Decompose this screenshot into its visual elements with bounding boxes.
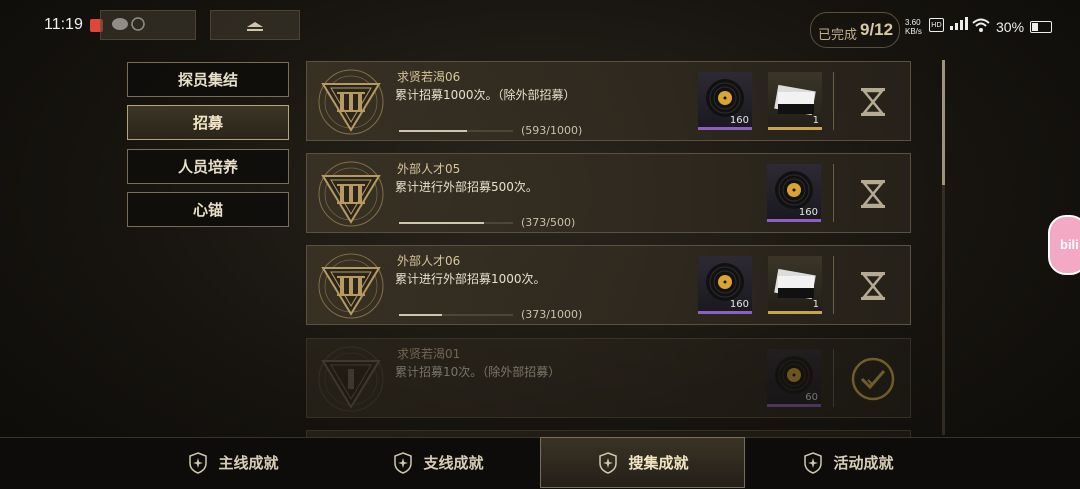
network-speed: 3.60 KB/s bbox=[905, 18, 922, 36]
reward-item[interactable]: 160 bbox=[767, 164, 821, 222]
achievement-emblem-icon bbox=[318, 69, 384, 135]
tab-label: 活动成就 bbox=[833, 454, 894, 472]
wifi-icon bbox=[972, 17, 990, 36]
achievement-emblem-icon bbox=[318, 253, 384, 319]
achievement-progress-bar bbox=[399, 130, 513, 132]
menu-item-recruit[interactable]: 招募 bbox=[127, 105, 289, 140]
reward-quantity: 160 bbox=[798, 207, 818, 218]
achievement-card[interactable]: 外部人才06 累计进行外部招募1000次。 (373/1000) 160 1 bbox=[306, 245, 911, 325]
completion-label: 已完成 bbox=[818, 28, 858, 43]
floating-app-bubble[interactable]: bili bbox=[1048, 215, 1080, 275]
reward-quantity: 160 bbox=[729, 115, 749, 126]
card-divider bbox=[833, 256, 834, 314]
reward-item[interactable]: 60 bbox=[767, 349, 821, 407]
tab-main-achievements[interactable]: 主线成就 bbox=[130, 437, 335, 488]
menu-item-training[interactable]: 人员培养 bbox=[127, 149, 289, 184]
menu-item-agent-gathering[interactable]: 探员集结 bbox=[127, 62, 289, 97]
card-divider bbox=[833, 349, 834, 407]
scrollbar-thumb[interactable] bbox=[942, 60, 945, 185]
hd-icon: HD bbox=[929, 18, 944, 32]
achievement-title: 求贤若渴06 bbox=[397, 70, 461, 84]
shield-star-icon bbox=[189, 451, 208, 474]
achievement-card[interactable]: 外部人才05 累计进行外部招募500次。 (373/500) 160 bbox=[306, 153, 911, 233]
achievement-emblem-icon bbox=[318, 161, 384, 227]
reward-item[interactable]: 160 bbox=[698, 256, 752, 314]
menu-item-label: 探员集结 bbox=[177, 71, 238, 89]
reward-quantity: 60 bbox=[805, 392, 818, 403]
achievement-card[interactable]: 求贤若渴06 累计招募1000次。（除外部招募） (593/1000) 160 1 bbox=[306, 61, 911, 141]
achievement-progress-count: (373/500) bbox=[521, 216, 576, 229]
reward-item[interactable]: 160 bbox=[698, 72, 752, 130]
achievement-progress-bar bbox=[399, 222, 513, 224]
completed-check-icon bbox=[851, 357, 895, 401]
hourglass-icon bbox=[861, 272, 885, 300]
tab-label: 支线成就 bbox=[423, 454, 484, 472]
reward-quantity: 1 bbox=[812, 299, 819, 310]
achievement-title: 求贤若渴01 bbox=[397, 347, 461, 361]
battery-percent: 30% bbox=[996, 19, 1025, 35]
menu-item-label: 人员培养 bbox=[177, 158, 238, 176]
status-time: 11:19 bbox=[44, 16, 83, 33]
reward-quantity: 160 bbox=[729, 299, 749, 310]
achievement-description: 累计招募1000次。（除外部招募） bbox=[395, 88, 576, 102]
card-divider bbox=[833, 164, 834, 222]
achievement-title: 外部人才06 bbox=[397, 254, 461, 268]
tab-label: 主线成就 bbox=[218, 454, 279, 472]
menu-item-heart-anchor[interactable]: 心锚 bbox=[127, 192, 289, 227]
achievement-card[interactable]: 求贤若渴01 累计招募10次。（除外部招募） 60 bbox=[306, 338, 911, 418]
menu-item-label: 招募 bbox=[192, 114, 223, 132]
5g-signal-icon bbox=[948, 16, 968, 36]
completion-value: 9/12 bbox=[860, 20, 894, 39]
shield-star-icon bbox=[394, 451, 413, 474]
collapse-icon bbox=[247, 22, 263, 31]
reward-item[interactable]: 1 bbox=[768, 256, 822, 314]
battery-icon bbox=[1030, 21, 1052, 33]
shield-star-icon bbox=[599, 451, 618, 474]
achievement-description: 累计进行外部招募500次。 bbox=[395, 180, 538, 194]
tab-side-achievements[interactable]: 支线成就 bbox=[335, 437, 540, 488]
floating-app-label: bili bbox=[1060, 237, 1079, 252]
achievement-emblem-icon bbox=[318, 346, 384, 412]
achievement-progress-count: (593/1000) bbox=[521, 124, 583, 137]
tab-event-achievements[interactable]: 活动成就 bbox=[745, 437, 950, 488]
shield-star-icon bbox=[804, 451, 823, 474]
achievement-title: 外部人才05 bbox=[397, 162, 461, 176]
collapse-button[interactable] bbox=[210, 10, 300, 40]
top-left-panel bbox=[100, 10, 196, 40]
tab-label: 搜集成就 bbox=[628, 454, 689, 472]
achievement-description: 累计进行外部招募1000次。 bbox=[395, 272, 546, 286]
tab-collection-achievements[interactable]: 搜集成就 bbox=[540, 437, 745, 488]
achievement-progress-bar bbox=[399, 314, 513, 316]
achievement-progress-count: (373/1000) bbox=[521, 308, 583, 321]
card-divider bbox=[833, 72, 834, 130]
menu-item-label: 心锚 bbox=[192, 201, 223, 219]
reward-quantity: 1 bbox=[812, 115, 819, 126]
reward-item[interactable]: 1 bbox=[768, 72, 822, 130]
achievement-description: 累计招募10次。（除外部招募） bbox=[395, 365, 561, 379]
hourglass-icon bbox=[861, 180, 885, 208]
hourglass-icon bbox=[861, 88, 885, 116]
